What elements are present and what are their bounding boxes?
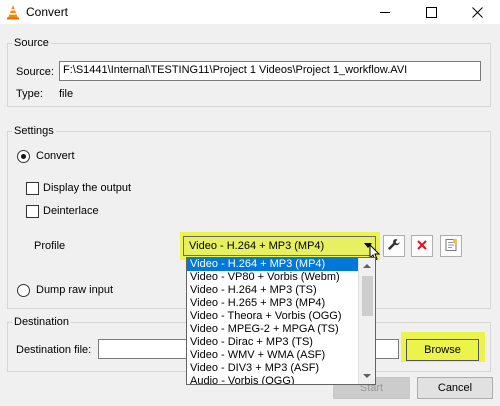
vlc-cone-icon bbox=[5, 4, 21, 20]
dump-raw-label: Dump raw input bbox=[36, 284, 114, 296]
profile-option[interactable]: Video - VP80 + Vorbis (Webm) bbox=[187, 271, 359, 284]
type-value: file bbox=[59, 88, 74, 100]
profile-label: Profile bbox=[34, 240, 66, 252]
profile-option[interactable]: Video - H.264 + MP3 (TS) bbox=[187, 284, 359, 297]
profile-select[interactable]: Video - H.264 + MP3 (MP4) bbox=[183, 236, 376, 256]
profile-option[interactable]: Audio - Vorbis (OGG) bbox=[187, 375, 359, 384]
cancel-button[interactable]: Cancel bbox=[417, 377, 493, 399]
delete-x-icon bbox=[416, 239, 428, 254]
profile-selected-text: Video - H.264 + MP3 (MP4) bbox=[189, 240, 325, 252]
display-output-label: Display the output bbox=[43, 182, 132, 194]
wrench-icon bbox=[387, 238, 401, 255]
scroll-down-icon[interactable] bbox=[363, 374, 371, 378]
scroll-up-icon[interactable] bbox=[363, 264, 371, 268]
source-label: Source: bbox=[16, 66, 54, 78]
delete-profile-button[interactable] bbox=[411, 235, 433, 257]
profile-option[interactable]: Video - Dirac + MP3 (TS) bbox=[187, 336, 359, 349]
destination-group-label: Destination bbox=[12, 316, 72, 328]
browse-button[interactable]: Browse bbox=[406, 339, 479, 361]
convert-radio[interactable] bbox=[17, 150, 30, 163]
display-output-checkbox[interactable] bbox=[26, 182, 39, 195]
convert-label: Convert bbox=[36, 150, 75, 162]
new-profile-button[interactable] bbox=[440, 235, 462, 257]
dump-raw-radio[interactable] bbox=[17, 284, 30, 297]
type-label: Type: bbox=[16, 88, 43, 100]
source-group-label: Source bbox=[12, 37, 51, 49]
destination-file-label: Destination file: bbox=[16, 344, 92, 356]
deinterlace-checkbox[interactable] bbox=[26, 205, 39, 218]
profile-option[interactable]: Video - H.265 + MP3 (MP4) bbox=[187, 297, 359, 310]
deinterlace-label: Deinterlace bbox=[43, 205, 99, 217]
profile-option[interactable]: Video - WMV + WMA (ASF) bbox=[187, 349, 359, 362]
new-profile-icon bbox=[444, 238, 458, 255]
settings-group-label: Settings bbox=[12, 125, 56, 137]
close-icon[interactable] bbox=[454, 0, 500, 24]
profile-option[interactable]: Video - DIV3 + MP3 (ASF) bbox=[187, 362, 359, 375]
profile-option[interactable]: Video - MPEG-2 + MPGA (TS) bbox=[187, 323, 359, 336]
maximize-icon[interactable] bbox=[408, 0, 454, 24]
profile-dropdown-list[interactable]: Video - H.264 + MP3 (MP4) Video - VP80 +… bbox=[186, 257, 376, 385]
profile-option[interactable]: Video - Theora + Vorbis (OGG) bbox=[187, 310, 359, 323]
minimize-icon[interactable] bbox=[362, 0, 408, 24]
profile-option[interactable]: Video - H.264 + MP3 (MP4) bbox=[187, 258, 359, 271]
scroll-thumb[interactable] bbox=[362, 276, 373, 316]
edit-profile-button[interactable] bbox=[383, 235, 405, 257]
source-field[interactable]: F:\S1441\Internal\TESTING11\Project 1 Vi… bbox=[59, 61, 481, 81]
window-title: Convert bbox=[26, 5, 69, 19]
dropdown-scrollbar[interactable] bbox=[358, 258, 375, 384]
